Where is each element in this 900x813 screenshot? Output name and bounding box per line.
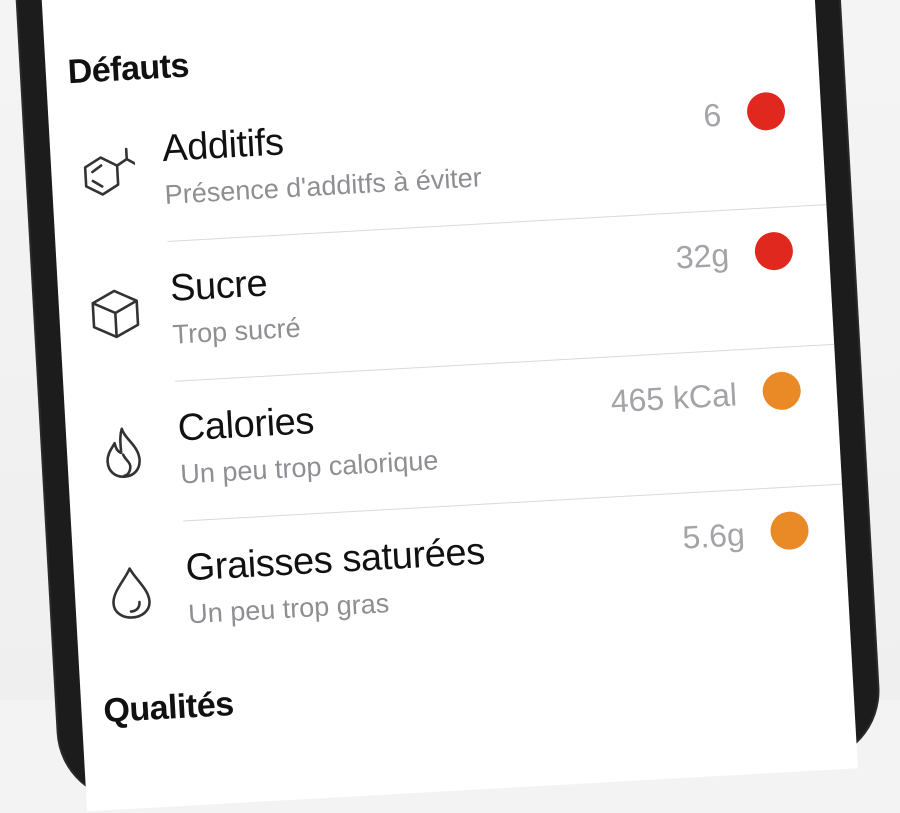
item-value: 32g [674,236,731,276]
status-dot-orange [761,370,802,411]
item-value: 5.6g [681,516,746,556]
app-screen: Défauts Additifs Présence d'additfs à év… [36,0,858,812]
item-value: 465 kCal [609,376,738,420]
section-title-defects: Défauts [66,46,190,92]
item-label: Sucre [168,262,269,310]
sugar-cube-icon [86,283,145,342]
additives-molecule-icon [78,144,137,203]
phone-frame: Défauts Additifs Présence d'additfs à év… [12,0,882,812]
drop-icon [101,563,160,622]
status-dot-red [746,91,787,132]
item-description: Trop sucré [171,312,302,350]
item-description: Un peu trop gras [187,588,390,630]
status-dot-red [753,231,794,272]
item-description: Un peu trop calorique [179,445,440,490]
section-title-qualities: Qualités [102,684,235,731]
item-description: Présence d'additfs à éviter [163,162,483,210]
item-label: Additifs [161,121,285,171]
item-label: Calories [176,400,316,450]
status-dot-orange [769,510,810,551]
item-value: 6 [702,96,723,134]
flame-icon [94,423,153,482]
item-label: Graisses saturées [184,530,486,590]
